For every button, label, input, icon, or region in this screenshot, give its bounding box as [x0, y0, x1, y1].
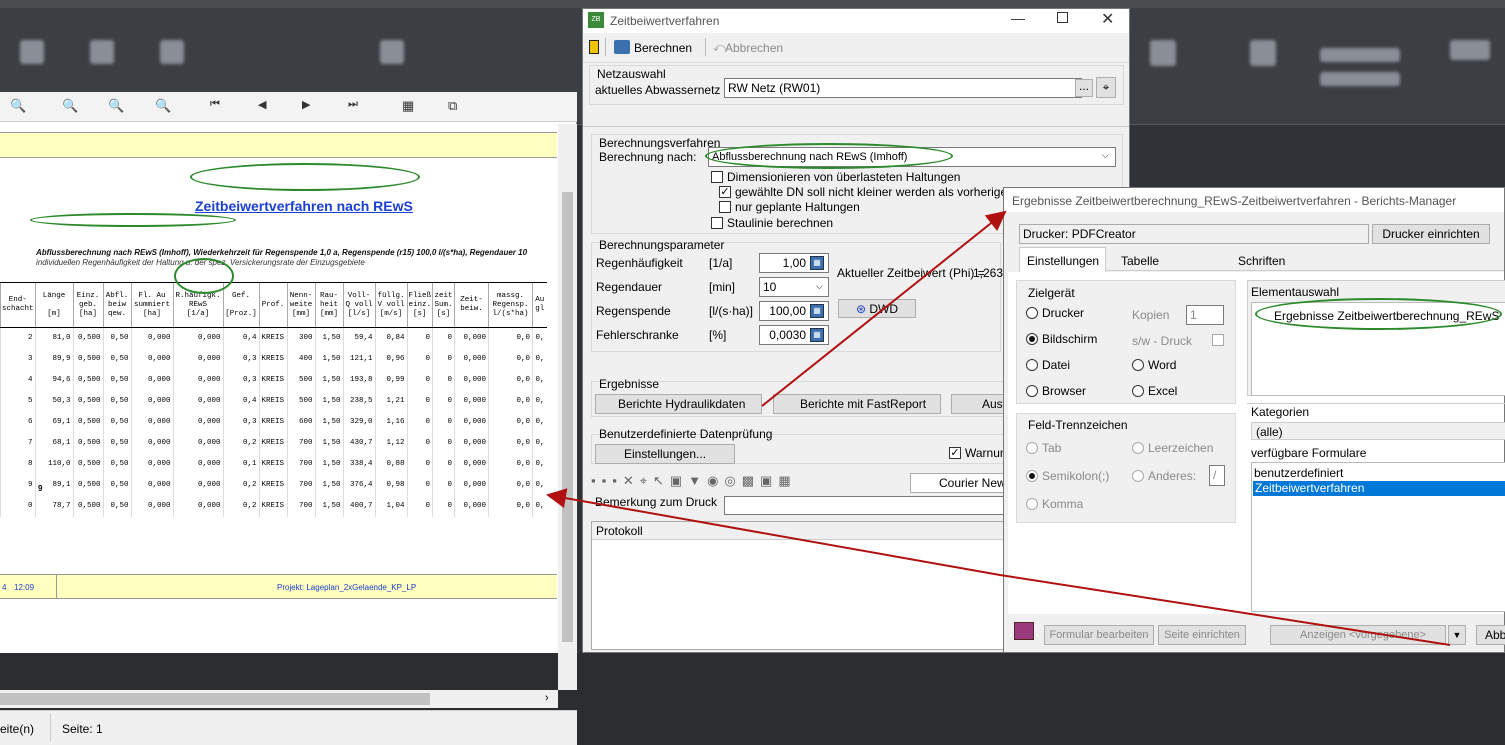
scroll-right-icon[interactable]: › — [545, 692, 549, 704]
horizontal-scroll-thumb[interactable] — [0, 693, 430, 705]
status-bar: eite(n) Seite: 1 — [0, 710, 577, 745]
annotation-arrows — [546, 210, 1451, 646]
page-indicator: Seite: 1 — [62, 722, 103, 736]
